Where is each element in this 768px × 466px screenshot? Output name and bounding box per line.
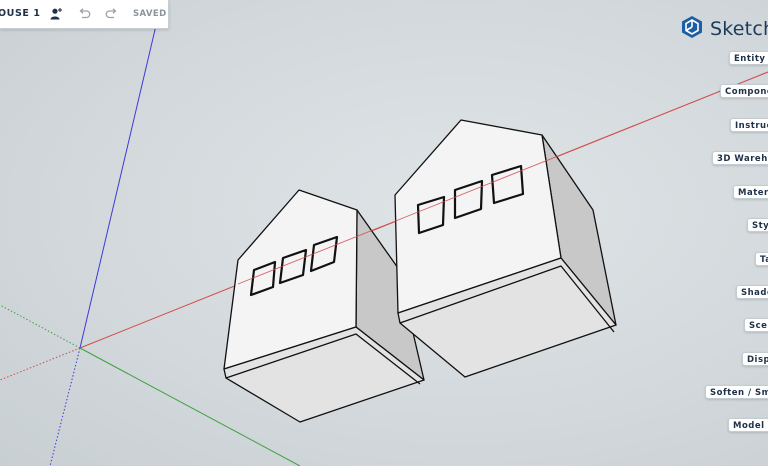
panel-tab-scenes[interactable]: Scen: [744, 318, 768, 332]
top-toolbar: OUSE 1 SAVED: [0, 0, 169, 29]
panel-tab-shadows[interactable]: Shado: [736, 285, 768, 299]
panel-tab-entity-info[interactable]: Entity In: [729, 51, 768, 65]
panel-tab-soften-smooth[interactable]: Soften / Smoo: [705, 385, 768, 399]
blue-axis: [79, 0, 163, 349]
red-axis-negative: [0, 347, 81, 381]
person-add-icon[interactable]: [47, 5, 65, 23]
panel-tab-components[interactable]: Componen: [720, 84, 768, 98]
redo-icon[interactable]: [102, 5, 120, 23]
sketchup-logo-icon: [680, 15, 704, 43]
panel-tab-instructor[interactable]: Instruct: [730, 118, 768, 132]
brand-logo: Sketch: [680, 15, 768, 43]
file-name[interactable]: OUSE 1: [0, 8, 41, 19]
blue-axis-negative: [49, 347, 81, 466]
panel-tab-3d-warehouse[interactable]: 3D Warehou: [712, 151, 768, 165]
house-1[interactable]: [0, 0, 425, 423]
model-viewport[interactable]: [0, 0, 768, 466]
house-2[interactable]: [394, 119, 617, 378]
panel-tab-styles[interactable]: Styl: [747, 218, 768, 232]
panel-tab-display[interactable]: Displ: [742, 352, 768, 366]
panel-tab-materials[interactable]: Materia: [733, 185, 768, 199]
panel-tab-tags[interactable]: Ta: [755, 252, 768, 266]
brand-name: Sketch: [710, 18, 768, 40]
save-status: SAVED: [133, 9, 167, 19]
panel-tab-model-info[interactable]: Model In: [728, 418, 768, 432]
undo-icon[interactable]: [75, 5, 93, 23]
green-axis-negative: [0, 304, 81, 349]
